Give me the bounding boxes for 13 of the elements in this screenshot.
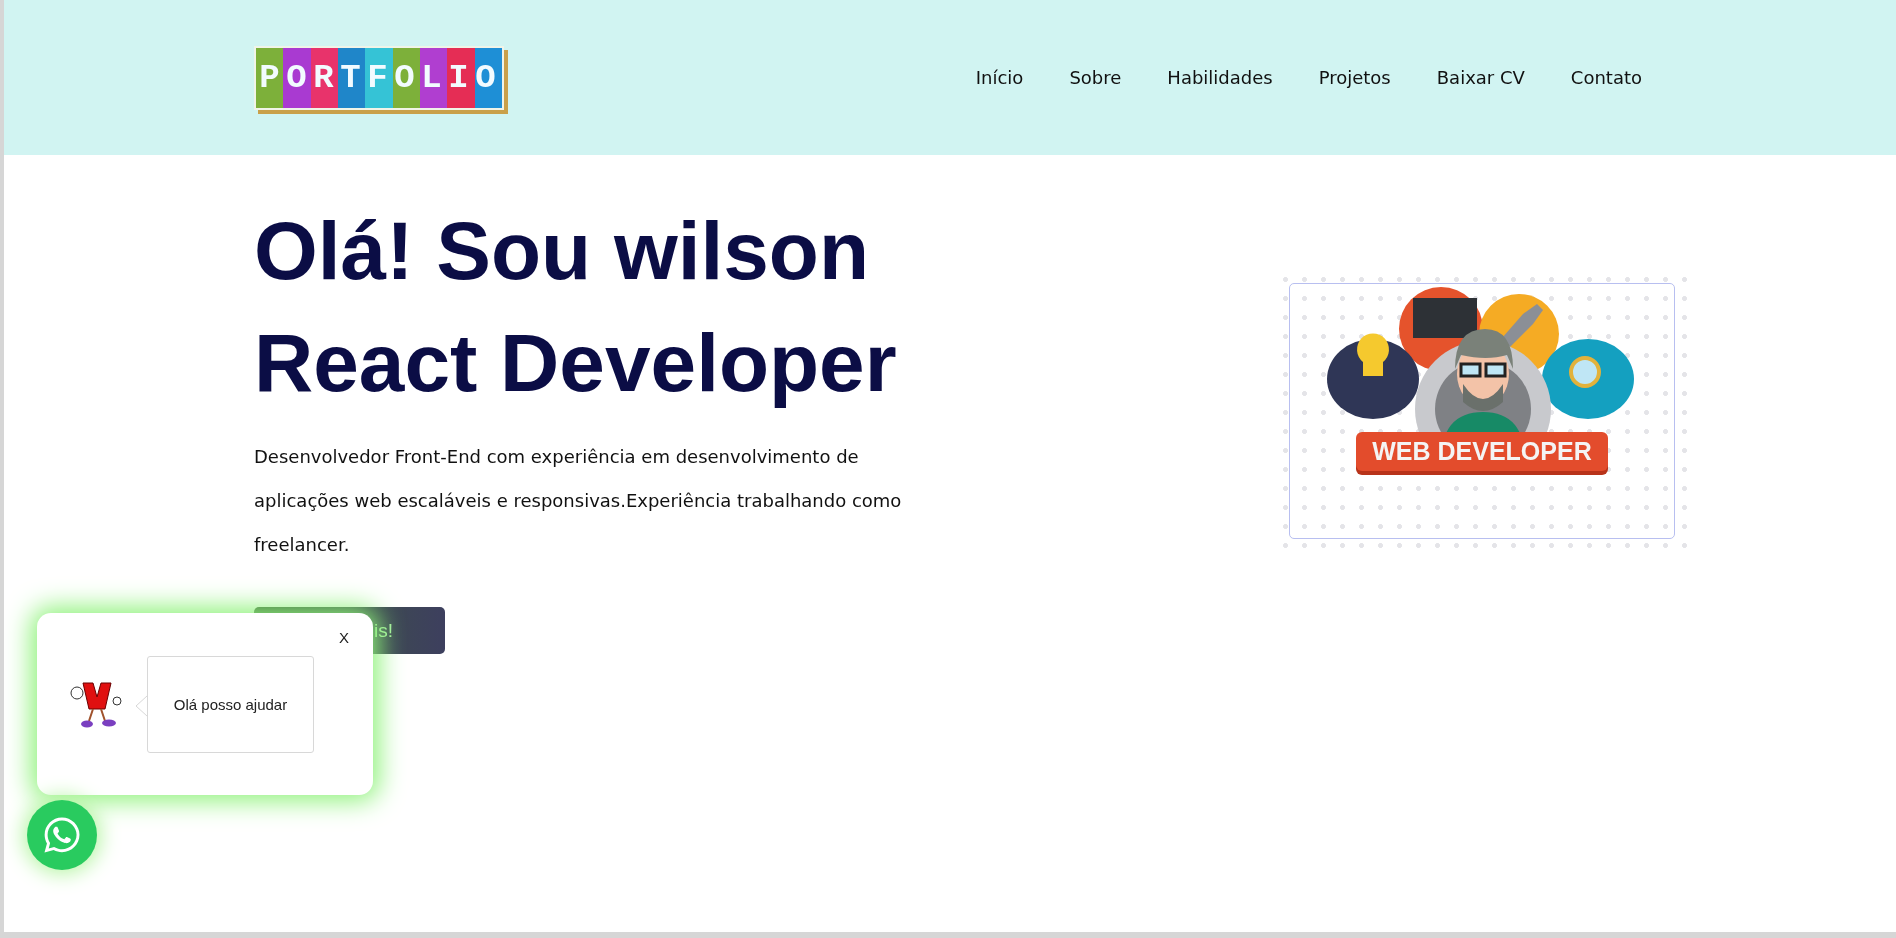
chat-message: Olá posso ajudar — [173, 695, 288, 713]
nav-link[interactable]: Início — [975, 67, 1024, 88]
nav-link[interactable]: Sobre — [1069, 67, 1122, 88]
whatsapp-icon — [42, 815, 82, 855]
nav-link[interactable]: Baixar CV — [1436, 67, 1525, 88]
close-button[interactable]: X — [337, 627, 351, 648]
hero-heading: React Developer — [254, 316, 897, 410]
hero-description: Desenvolvedor Front-End com experiência em desenvolvimento de aplicações web escaláveis e responsivas.Experiência trabalhando como freelancer. — [254, 445, 903, 557]
whatsapp-button[interactable] — [27, 800, 97, 870]
nav-link[interactable]: Projetos — [1318, 67, 1391, 88]
nav-link[interactable]: Contato — [1570, 67, 1642, 88]
nav-link[interactable]: Habilidades — [1167, 67, 1273, 88]
hero-heading: Olá! Sou wilson — [254, 204, 870, 298]
